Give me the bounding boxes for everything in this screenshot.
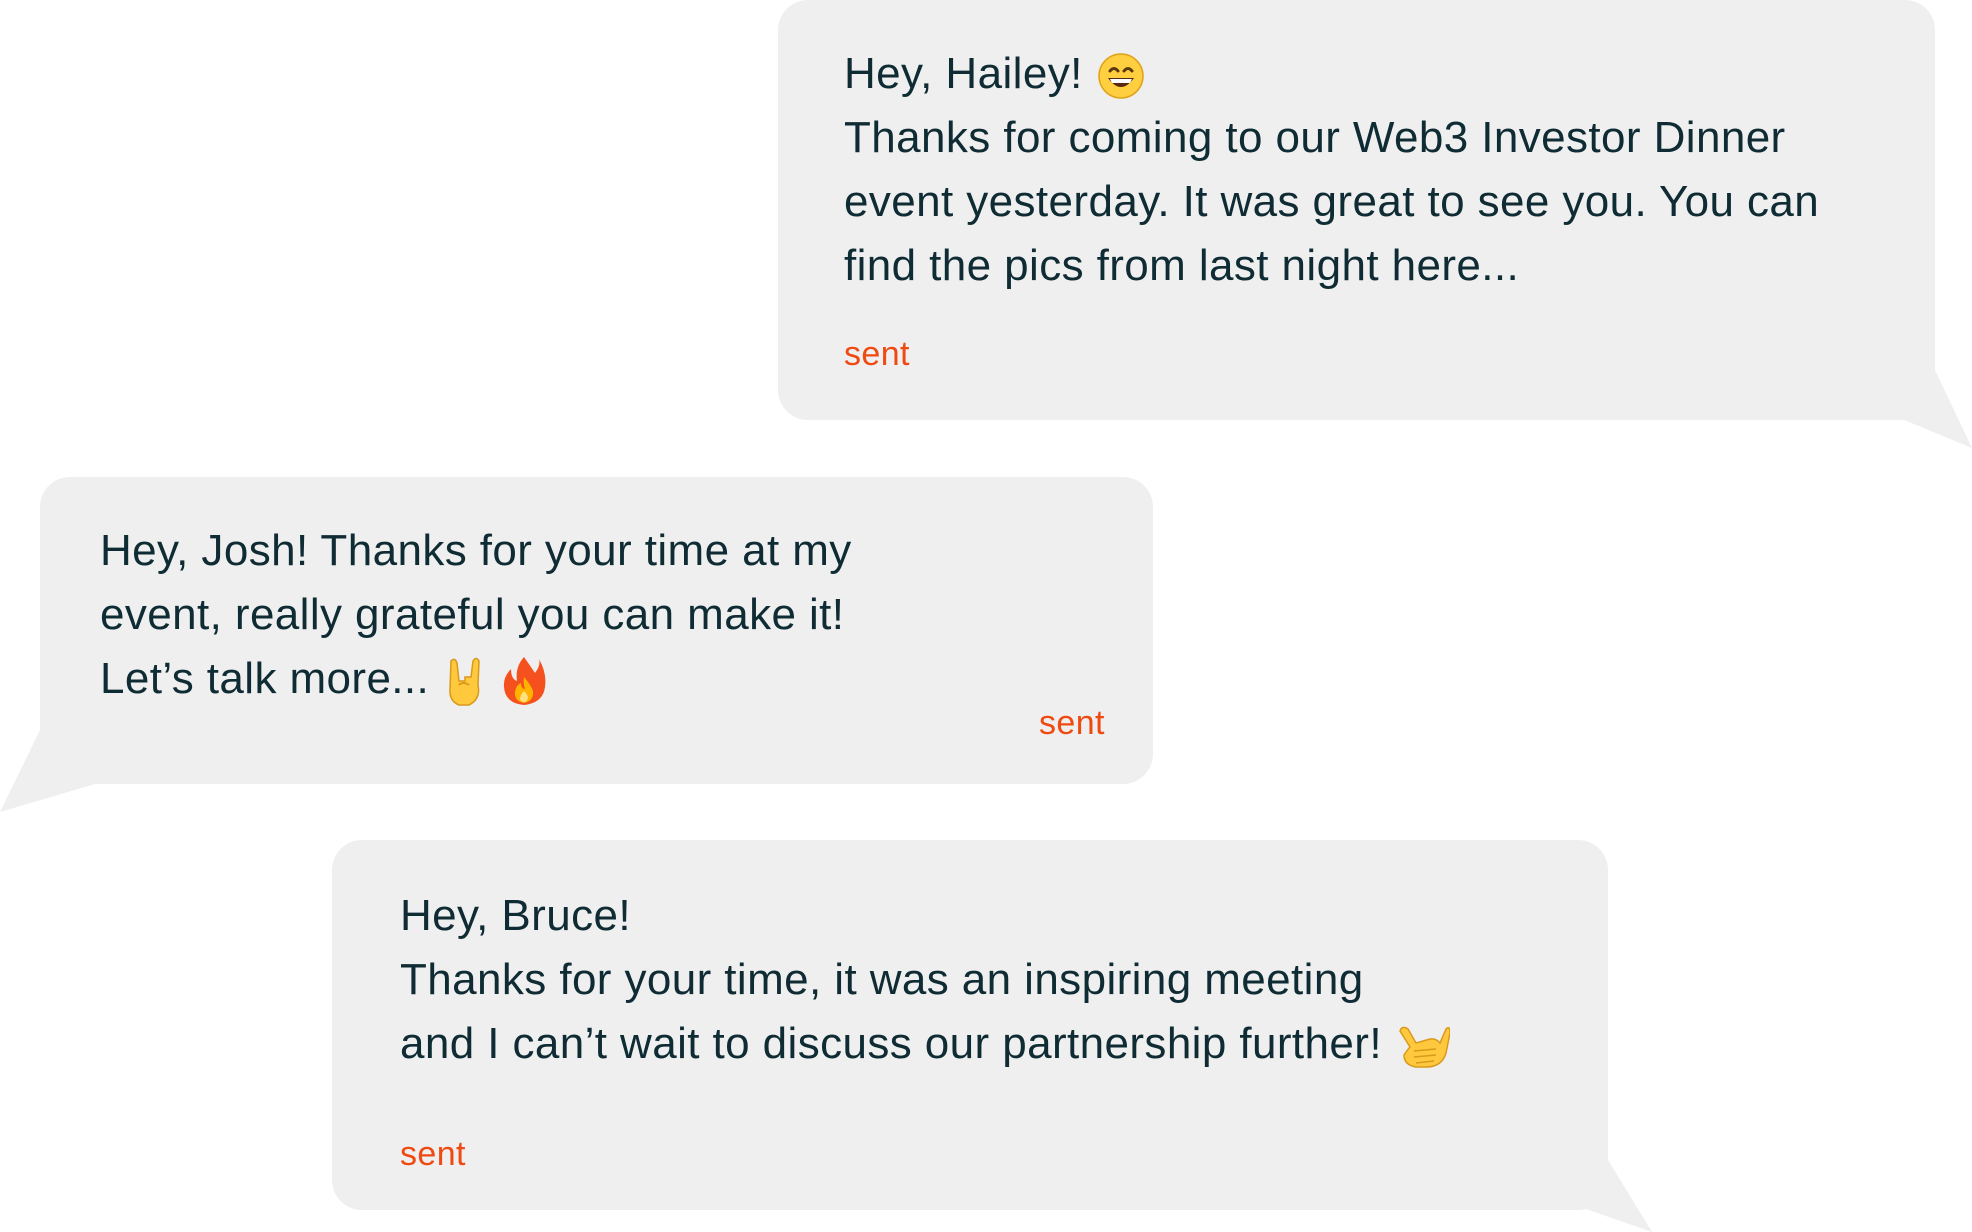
fire-icon (501, 655, 547, 707)
message-1-status: sent (844, 335, 910, 373)
message-1-line-4: find the pics from last night here... (844, 241, 1520, 290)
message-3-line-3: and I can’t wait to discuss our partners… (400, 1012, 1450, 1076)
message-bubble-3[interactable]: Hey, Bruce! Thanks for your time, it was… (332, 840, 1608, 1210)
message-1-line-1: Hey, Hailey! (844, 42, 1819, 106)
grinning-face-icon (1097, 52, 1145, 100)
message-2-status: sent (1039, 704, 1105, 742)
message-1-line-3: event yesterday. It was great to see you… (844, 177, 1820, 226)
message-2-line-2: event, really grateful you can make it! (100, 590, 845, 639)
message-3-line-1: Hey, Bruce! (400, 891, 631, 940)
sign-of-the-horns-icon (443, 655, 487, 707)
message-1-line-2: Thanks for coming to our Web3 Investor D… (844, 113, 1786, 162)
call-me-hand-icon (1396, 1021, 1450, 1071)
message-3-text: Hey, Bruce! Thanks for your time, it was… (400, 884, 1450, 1076)
message-3-line-2: Thanks for your time, it was an inspirin… (400, 955, 1364, 1004)
message-3-status: sent (400, 1135, 466, 1173)
message-1-text: Hey, Hailey! Thanks for coming to our We… (844, 42, 1819, 298)
message-bubble-2[interactable]: Hey, Josh! Thanks for your time at my ev… (40, 477, 1153, 784)
message-bubble-1[interactable]: Hey, Hailey! Thanks for coming to our We… (778, 0, 1935, 420)
message-2-line-1: Hey, Josh! Thanks for your time at my (100, 526, 852, 575)
message-2-text: Hey, Josh! Thanks for your time at my ev… (100, 519, 852, 711)
chat-thread: Hey, Hailey! Thanks for coming to our We… (0, 0, 1972, 1232)
message-2-line-3: Let’s talk more... (100, 647, 852, 711)
